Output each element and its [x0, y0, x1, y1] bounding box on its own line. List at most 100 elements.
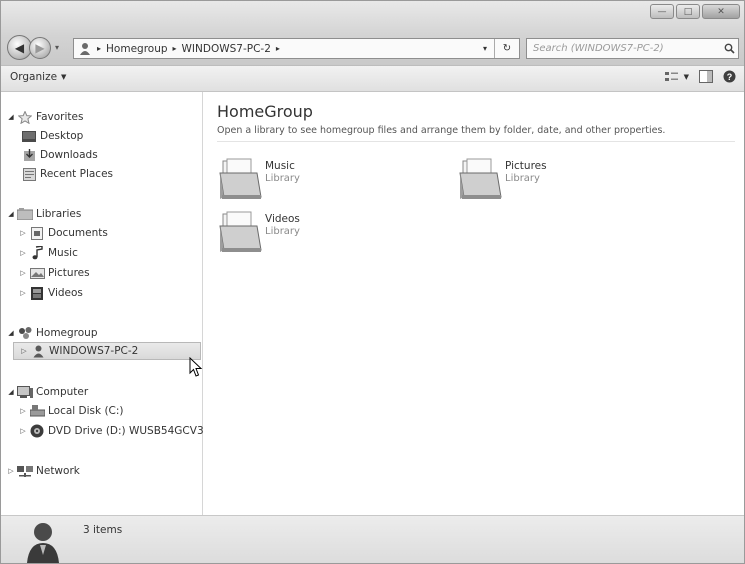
library-name: Pictures [505, 160, 547, 172]
breadcrumb-separator[interactable]: ▸ [276, 44, 280, 53]
nav-item-local-disk[interactable]: ▷ Local Disk (C:) [19, 402, 124, 420]
recent-places-icon [21, 167, 37, 181]
library-name: Music [265, 160, 295, 172]
nav-label: Music [48, 247, 78, 259]
library-name: Videos [265, 213, 300, 225]
chevron-down-icon: ▼ [683, 72, 689, 81]
collapsed-triangle-icon[interactable]: ▷ [20, 347, 28, 355]
close-icon: ✕ [717, 6, 725, 17]
page-description: Open a library to see homegroup files an… [217, 125, 666, 136]
library-item-pictures[interactable]: Pictures Library [457, 157, 547, 203]
nav-item-recent-places[interactable]: Recent Places [19, 165, 113, 183]
explorer-window: — □ ✕ ◀ ▶ ▾ ▸ Homegroup ▸ WINDOWS7-PC-2 … [0, 0, 745, 564]
collapsed-triangle-icon[interactable]: ▷ [19, 249, 27, 257]
svg-text:?: ? [727, 72, 733, 82]
nav-label: Desktop [40, 130, 84, 142]
command-bar: Organize ▼ ▼ ? [1, 65, 744, 92]
item-count: 3 items [83, 524, 123, 536]
divider [217, 141, 735, 142]
breadcrumb-separator[interactable]: ▸ [97, 44, 101, 53]
expanded-triangle-icon[interactable]: ◢ [7, 329, 15, 337]
nav-label: Documents [48, 227, 108, 239]
dvd-disc-icon [29, 424, 45, 438]
collapsed-triangle-icon[interactable]: ▷ [19, 289, 27, 297]
organize-label: Organize [10, 71, 58, 83]
views-icon [664, 71, 678, 81]
details-pane: 3 items [1, 515, 744, 563]
collapsed-triangle-icon[interactable]: ▷ [19, 229, 27, 237]
search-input[interactable]: Search (WINDOWS7-PC-2) [527, 43, 720, 54]
library-type: Library [265, 226, 300, 237]
downloads-icon [21, 148, 37, 162]
breadcrumb-separator[interactable]: ▸ [173, 44, 177, 53]
hard-disk-icon [29, 404, 45, 418]
window-controls: — □ ✕ [648, 4, 740, 19]
mouse-pointer-icon [189, 357, 203, 377]
nav-label: Pictures [48, 267, 90, 279]
computer-icon [17, 385, 33, 399]
library-type: Library [505, 173, 540, 184]
expanded-triangle-icon[interactable]: ◢ [7, 210, 15, 218]
recent-pages-button[interactable]: ▾ [51, 43, 63, 52]
nav-item-pictures[interactable]: ▷ Pictures [19, 264, 90, 282]
videos-icon [29, 286, 45, 300]
collapsed-triangle-icon[interactable]: ▷ [19, 407, 27, 415]
help-button[interactable]: ? [723, 70, 736, 83]
network-icon [17, 464, 33, 478]
refresh-button[interactable]: ↻ [494, 39, 519, 58]
nav-label: Homegroup [36, 327, 98, 339]
search-box[interactable]: Search (WINDOWS7-PC-2) [526, 38, 739, 59]
address-history-button[interactable]: ▾ [477, 39, 493, 58]
breadcrumb-windows7-pc-2[interactable]: WINDOWS7-PC-2 [182, 43, 271, 55]
user-avatar-icon [27, 523, 59, 563]
collapsed-triangle-icon[interactable]: ▷ [7, 467, 15, 475]
organize-button[interactable]: Organize ▼ [10, 71, 66, 83]
expanded-triangle-icon[interactable]: ◢ [7, 113, 15, 121]
nav-network[interactable]: ▷ Network [7, 462, 80, 480]
nav-computer[interactable]: ◢ Computer [7, 383, 88, 401]
desktop-icon [21, 129, 37, 143]
breadcrumb-homegroup[interactable]: Homegroup [106, 43, 168, 55]
libraries-icon [17, 207, 33, 221]
toolbar-right: ▼ ? [655, 70, 736, 83]
library-item-music[interactable]: Music Library [217, 157, 300, 203]
chevron-down-icon: ▾ [482, 44, 487, 53]
page-title: HomeGroup [217, 102, 313, 121]
preview-pane-icon [699, 70, 713, 83]
homegroup-user-icon [78, 42, 92, 56]
navigation-buttons: ◀ ▶ ▾ [7, 35, 63, 60]
nav-item-downloads[interactable]: Downloads [19, 146, 98, 164]
expanded-triangle-icon[interactable]: ◢ [7, 388, 15, 396]
collapsed-triangle-icon[interactable]: ▷ [19, 427, 27, 435]
nav-label: Computer [36, 386, 89, 398]
minimize-button[interactable]: — [650, 4, 674, 19]
forward-button[interactable]: ▶ [29, 36, 51, 59]
change-view-button[interactable]: ▼ [664, 71, 689, 83]
help-icon: ? [723, 70, 736, 83]
maximize-icon: □ [683, 6, 693, 17]
preview-pane-button[interactable] [699, 70, 713, 83]
pictures-icon [29, 266, 45, 280]
nav-item-documents[interactable]: ▷ Documents [19, 224, 108, 242]
music-note-icon [29, 246, 45, 260]
nav-item-music[interactable]: ▷ Music [19, 244, 78, 262]
close-button[interactable]: ✕ [702, 4, 740, 19]
nav-item-desktop[interactable]: Desktop [19, 127, 83, 145]
library-item-videos[interactable]: Videos Library [217, 210, 300, 256]
maximize-button[interactable]: □ [676, 4, 700, 19]
nav-label: Recent Places [40, 168, 114, 180]
nav-libraries[interactable]: ◢ Libraries [7, 205, 81, 223]
nav-label: Network [36, 465, 80, 477]
library-type: Library [265, 173, 300, 184]
nav-item-dvd-drive[interactable]: ▷ DVD Drive (D:) WUSB54GCV3 [19, 422, 204, 440]
nav-homegroup[interactable]: ◢ Homegroup [7, 324, 98, 342]
forward-arrow-icon: ▶ [35, 40, 45, 55]
nav-item-videos[interactable]: ▷ Videos [19, 284, 83, 302]
back-arrow-icon: ◀ [14, 40, 25, 55]
address-bar[interactable]: ▸ Homegroup ▸ WINDOWS7-PC-2 ▸ ▾ ↻ [73, 38, 520, 59]
nav-item-windows7-pc-2[interactable]: ▷ WINDOWS7-PC-2 [13, 342, 201, 360]
nav-favorites[interactable]: ◢ Favorites [7, 108, 83, 126]
homegroup-icon [17, 326, 33, 340]
search-icon[interactable] [720, 43, 738, 54]
collapsed-triangle-icon[interactable]: ▷ [19, 269, 27, 277]
